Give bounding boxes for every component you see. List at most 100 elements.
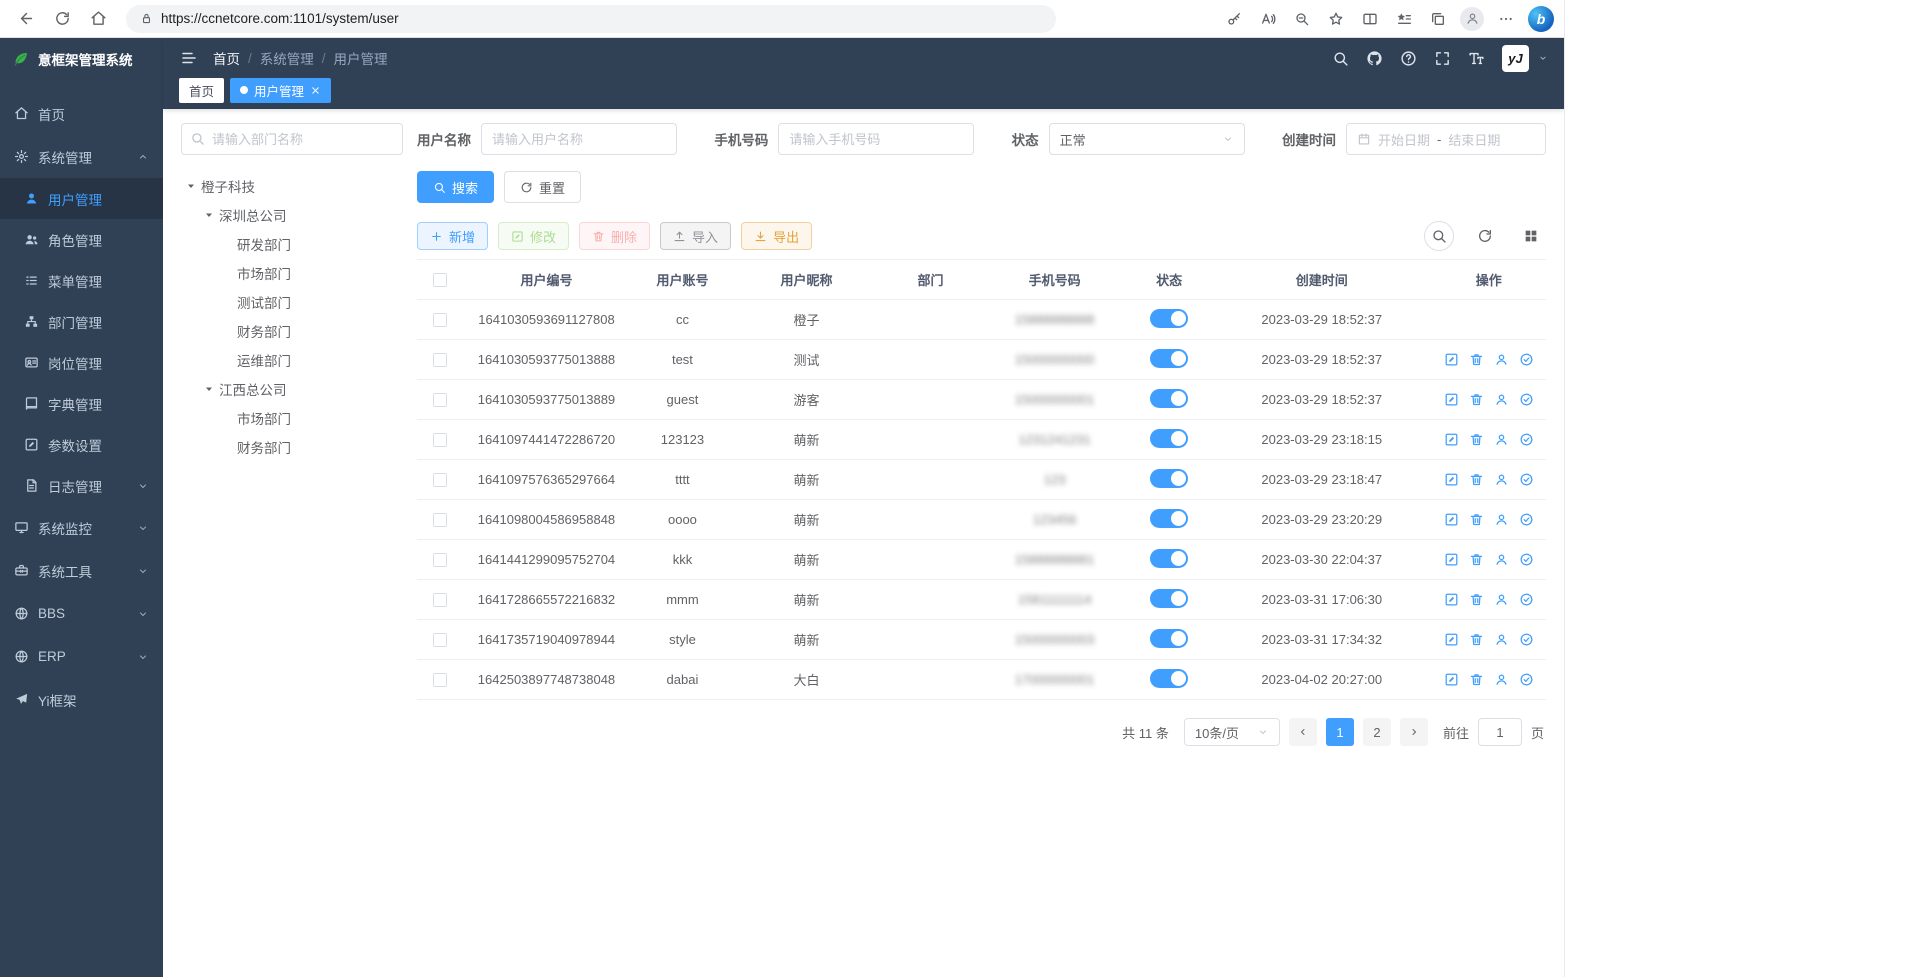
add-button[interactable]: 新增 <box>417 222 488 250</box>
row-assign-role-icon[interactable] <box>1519 592 1534 607</box>
sidebar-item-system-monitor[interactable]: 系统监控 <box>0 506 163 549</box>
split-screen-icon[interactable] <box>1354 4 1386 34</box>
row-edit-icon[interactable] <box>1444 632 1459 647</box>
sidebar-item-system-tools[interactable]: 系统工具 <box>0 549 163 592</box>
font-size-icon[interactable] <box>1468 50 1485 67</box>
row-reset-password-icon[interactable] <box>1494 432 1509 447</box>
sidebar-item-dept-management[interactable]: 部门管理 <box>0 301 163 342</box>
sidebar-item-erp[interactable]: ERP <box>0 635 163 678</box>
password-key-icon[interactable] <box>1218 4 1250 34</box>
row-reset-password-icon[interactable] <box>1494 552 1509 567</box>
status-toggle[interactable] <box>1150 309 1188 328</box>
status-toggle[interactable] <box>1150 589 1188 608</box>
tree-node[interactable]: 测试部门 <box>181 287 403 316</box>
status-toggle[interactable] <box>1150 669 1188 688</box>
status-toggle[interactable] <box>1150 629 1188 648</box>
sidebar-item-yi-framework[interactable]: Yi框架 <box>0 678 163 721</box>
row-checkbox[interactable] <box>433 593 447 607</box>
row-delete-icon[interactable] <box>1469 432 1484 447</box>
row-delete-icon[interactable] <box>1469 592 1484 607</box>
row-assign-role-icon[interactable] <box>1519 352 1534 367</box>
status-toggle[interactable] <box>1150 429 1188 448</box>
sidebar-item-home[interactable]: 首页 <box>0 92 163 135</box>
tree-node[interactable]: 研发部门 <box>181 229 403 258</box>
status-toggle[interactable] <box>1150 389 1188 408</box>
read-aloud-icon[interactable] <box>1252 4 1284 34</box>
row-reset-password-icon[interactable] <box>1494 512 1509 527</box>
tree-node[interactable]: 市场部门 <box>181 258 403 287</box>
header-search-icon[interactable] <box>1332 50 1349 67</box>
row-reset-password-icon[interactable] <box>1494 592 1509 607</box>
sidebar-item-role-management[interactable]: 角色管理 <box>0 219 163 260</box>
status-select[interactable]: 正常 <box>1049 123 1245 155</box>
row-checkbox[interactable] <box>433 393 447 407</box>
back-button[interactable] <box>10 4 42 34</box>
status-toggle[interactable] <box>1150 549 1188 568</box>
status-toggle[interactable] <box>1150 509 1188 528</box>
github-icon[interactable] <box>1366 50 1383 67</box>
row-assign-role-icon[interactable] <box>1519 632 1534 647</box>
row-reset-password-icon[interactable] <box>1494 672 1509 687</box>
column-settings-icon[interactable] <box>1516 221 1546 251</box>
select-all-checkbox[interactable] <box>433 273 447 287</box>
address-bar[interactable]: https://ccnetcore.com:1101/system/user <box>126 5 1056 33</box>
row-delete-icon[interactable] <box>1469 512 1484 527</box>
row-edit-icon[interactable] <box>1444 472 1459 487</box>
tree-node[interactable]: 市场部门 <box>181 403 403 432</box>
sidebar-item-log-management[interactable]: 日志管理 <box>0 465 163 506</box>
goto-page-input[interactable] <box>1478 718 1522 746</box>
row-reset-password-icon[interactable] <box>1494 632 1509 647</box>
delete-button[interactable]: 删除 <box>579 222 650 250</box>
row-assign-role-icon[interactable] <box>1519 552 1534 567</box>
row-checkbox[interactable] <box>433 313 447 327</box>
add-favorite-icon[interactable] <box>1320 4 1352 34</box>
page-button-1[interactable]: 1 <box>1326 718 1354 746</box>
close-tab-icon[interactable] <box>310 85 321 96</box>
next-page-button[interactable] <box>1400 718 1428 746</box>
row-edit-icon[interactable] <box>1444 352 1459 367</box>
user-avatar[interactable]: yJ <box>1502 45 1529 72</box>
row-delete-icon[interactable] <box>1469 552 1484 567</box>
breadcrumb-item[interactable]: 用户管理 <box>334 48 388 68</box>
row-edit-icon[interactable] <box>1444 552 1459 567</box>
row-edit-icon[interactable] <box>1444 392 1459 407</box>
zoom-out-icon[interactable] <box>1286 4 1318 34</box>
row-delete-icon[interactable] <box>1469 352 1484 367</box>
row-delete-icon[interactable] <box>1469 632 1484 647</box>
import-button[interactable]: 导入 <box>660 222 731 250</box>
row-reset-password-icon[interactable] <box>1494 352 1509 367</box>
row-assign-role-icon[interactable] <box>1519 512 1534 527</box>
username-input[interactable] <box>481 123 677 155</box>
tree-node[interactable]: 财务部门 <box>181 432 403 461</box>
table-search-icon[interactable] <box>1424 221 1454 251</box>
row-edit-icon[interactable] <box>1444 512 1459 527</box>
refresh-page-button[interactable] <box>46 4 78 34</box>
row-delete-icon[interactable] <box>1469 392 1484 407</box>
date-range-picker[interactable]: 开始日期 - 结束日期 <box>1346 123 1546 155</box>
row-assign-role-icon[interactable] <box>1519 672 1534 687</box>
tab-home[interactable]: 首页 <box>179 78 224 103</box>
breadcrumb-item[interactable]: 系统管理 <box>260 48 314 68</box>
favorites-bar-icon[interactable] <box>1388 4 1420 34</box>
row-reset-password-icon[interactable] <box>1494 472 1509 487</box>
browser-menu-icon[interactable] <box>1490 4 1522 34</box>
row-checkbox[interactable] <box>433 633 447 647</box>
help-icon[interactable] <box>1400 50 1417 67</box>
phone-input[interactable] <box>778 123 974 155</box>
tab-user-management[interactable]: 用户管理 <box>230 78 331 103</box>
prev-page-button[interactable] <box>1289 718 1317 746</box>
status-toggle[interactable] <box>1150 349 1188 368</box>
tree-node[interactable]: 财务部门 <box>181 316 403 345</box>
breadcrumb-item[interactable]: 首页 <box>213 48 240 68</box>
row-checkbox[interactable] <box>433 353 447 367</box>
sidebar-item-param-settings[interactable]: 参数设置 <box>0 424 163 465</box>
row-assign-role-icon[interactable] <box>1519 392 1534 407</box>
row-checkbox[interactable] <box>433 433 447 447</box>
row-delete-icon[interactable] <box>1469 672 1484 687</box>
copilot-icon[interactable]: b <box>1528 6 1554 32</box>
search-button[interactable]: 搜索 <box>417 171 494 203</box>
row-assign-role-icon[interactable] <box>1519 432 1534 447</box>
tree-node[interactable]: 运维部门 <box>181 345 403 374</box>
browser-home-button[interactable] <box>82 4 114 34</box>
tree-node[interactable]: 深圳总公司 <box>181 200 403 229</box>
